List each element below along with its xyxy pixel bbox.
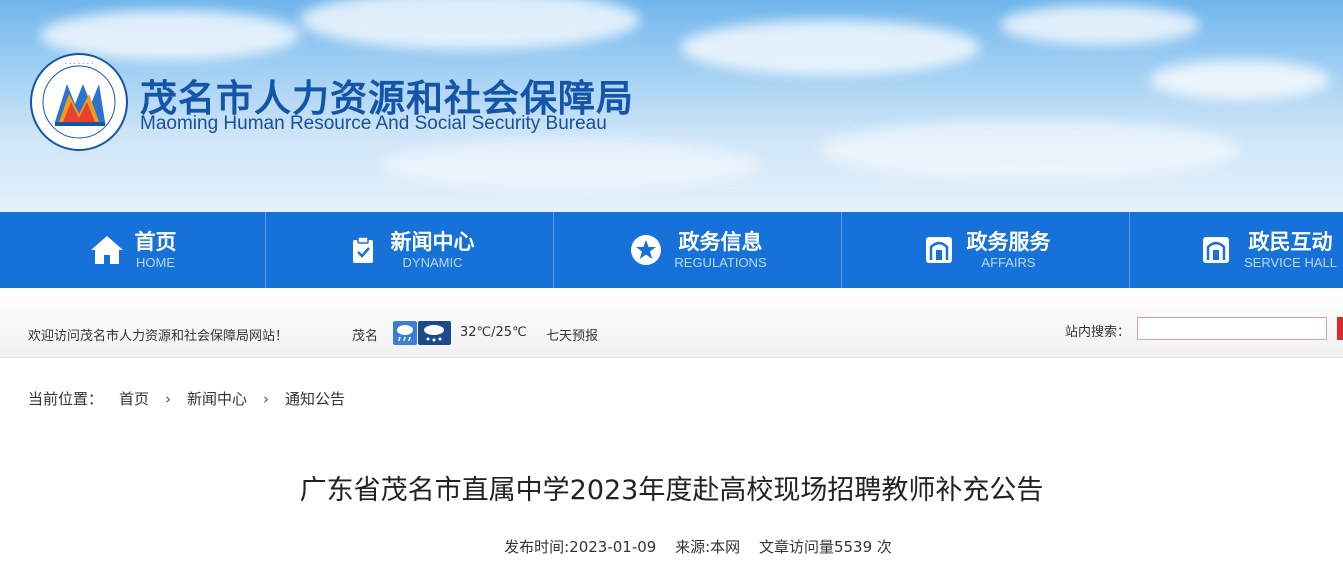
nav-label-cn: 政务服务 <box>966 230 1051 254</box>
article-source: 来源:本网 <box>675 538 741 556</box>
clipboard-check-icon <box>345 232 381 268</box>
main-nav: 首页 HOME 新闻中心 DYNAMIC 政务信息 REGULATIONS 政务… <box>0 212 1343 288</box>
breadcrumb-news[interactable]: 新闻中心 <box>187 388 247 409</box>
star-icon <box>628 232 664 268</box>
nav-label-cn: 首页 <box>134 230 177 254</box>
temperature: 32℃/25℃ <box>460 325 527 340</box>
nav-label-en: DYNAMIC <box>402 255 463 270</box>
nav-label-cn: 新闻中心 <box>390 230 475 254</box>
nav-label-en: REGULATIONS <box>674 255 767 270</box>
seven-day-forecast-link[interactable]: 七天预报 <box>546 325 598 344</box>
breadcrumb-prefix: 当前位置： <box>28 390 104 408</box>
nav-label-cn: 政务信息 <box>678 230 763 254</box>
site-subtitle: Maoming Human Resource And Social Securi… <box>140 113 607 134</box>
nav-label-en: AFFAIRS <box>981 255 1036 270</box>
nav-label-en: SERVICE HALL <box>1244 255 1337 270</box>
home-icon <box>89 232 125 268</box>
article-meta: 发布时间:2023-01-09 来源:本网 文章访问量5539 次 <box>0 536 1343 557</box>
nav-item-home[interactable]: 首页 HOME <box>0 212 266 288</box>
building-icon <box>1198 232 1234 268</box>
view-count: 文章访问量5539 次 <box>758 538 892 556</box>
breadcrumb-home[interactable]: 首页 <box>119 388 149 409</box>
svg-text:· · · · · · ·: · · · · · · · <box>65 60 94 68</box>
article-title: 广东省茂名市直属中学2023年度赴高校现场招聘教师补充公告 <box>299 475 1044 506</box>
chevron-right-icon: › <box>263 389 270 408</box>
building-icon <box>921 232 957 268</box>
rain-icon <box>393 321 417 345</box>
nav-label-en: HOME <box>136 255 175 270</box>
publish-date: 发布时间:2023-01-09 <box>504 538 657 556</box>
nav-item-service-hall[interactable]: 政民互动 SERVICE HALL <box>1130 212 1343 288</box>
search-input[interactable] <box>1137 317 1327 340</box>
storm-icon <box>418 321 451 345</box>
welcome-text: 欢迎访问茂名市人力资源和社会保障局网站！ <box>28 329 289 344</box>
breadcrumb-notices[interactable]: 通知公告 <box>285 388 345 409</box>
nav-item-regulations[interactable]: 政务信息 REGULATIONS <box>554 212 842 288</box>
chevron-right-icon: › <box>165 389 172 408</box>
nav-item-affairs[interactable]: 政务服务 AFFAIRS <box>842 212 1130 288</box>
search-button[interactable] <box>1337 317 1343 340</box>
breadcrumb: 当前位置： 首页 › 新闻中心 › 通知公告 <box>28 388 345 409</box>
header-banner: · · · · · · · 茂名市人力资源和社会保障局 Maoming Huma… <box>0 0 1343 212</box>
search-label: 站内搜索： <box>1065 325 1131 340</box>
weather-city: 茂名 <box>352 329 379 344</box>
bureau-logo: · · · · · · · <box>30 53 128 151</box>
nav-label-cn: 政民互动 <box>1248 230 1333 254</box>
info-bar: 欢迎访问茂名市人力资源和社会保障局网站！ 茂名 32℃/25℃ 七天预报 站内搜… <box>0 288 1343 358</box>
nav-item-dynamic[interactable]: 新闻中心 DYNAMIC <box>266 212 554 288</box>
